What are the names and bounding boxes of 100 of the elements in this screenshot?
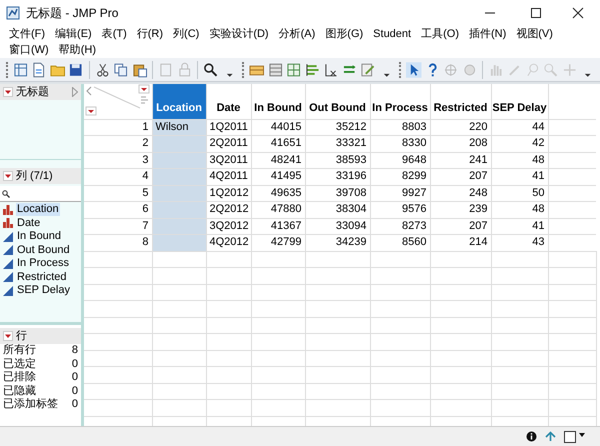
scissors-icon[interactable] xyxy=(94,62,110,78)
column-list-item[interactable]: Location xyxy=(16,203,60,216)
continuous-triangle-icon xyxy=(3,272,13,282)
menu-item[interactable]: 图形(G) xyxy=(320,26,368,42)
row-number[interactable]: 4 xyxy=(84,168,152,185)
menu-item[interactable]: 文件(F) xyxy=(4,26,50,42)
column-list-item[interactable]: Out Bound xyxy=(16,244,71,257)
menu-item[interactable]: 帮助(H) xyxy=(54,42,101,58)
menu-item[interactable]: 分析(A) xyxy=(274,26,320,42)
menu-item[interactable]: Student xyxy=(368,26,416,42)
clipboard-icon[interactable] xyxy=(132,62,148,78)
row-state-count: 0 xyxy=(72,384,78,398)
table-cell: 38304 xyxy=(336,203,366,216)
row-number[interactable]: 6 xyxy=(84,202,152,218)
column-list-item[interactable]: Date xyxy=(16,216,42,230)
nominal-bars-icon xyxy=(3,218,13,228)
column-list-item[interactable]: In Bound xyxy=(16,230,62,244)
table-cell: 41495 xyxy=(270,170,302,182)
table-cell: 1Q2012 xyxy=(210,186,249,199)
row-number[interactable]: 3 xyxy=(84,152,152,168)
panel-title: 无标题 xyxy=(16,84,49,100)
formula-icon[interactable] xyxy=(323,62,339,78)
info-icon[interactable] xyxy=(526,431,537,442)
disclosure-icon[interactable] xyxy=(3,87,13,97)
column-header[interactable]: SEP Delay xyxy=(491,84,548,119)
table-cell: 34239 xyxy=(336,236,366,248)
table-cell: 41 xyxy=(532,170,544,182)
row-state-count: 0 xyxy=(72,371,78,384)
table-cell: 8299 xyxy=(402,170,426,182)
row-number[interactable]: 7 xyxy=(84,218,152,234)
new-table-icon[interactable] xyxy=(13,62,28,78)
table-cell: 241 xyxy=(469,154,488,166)
table-cell: 41651 xyxy=(270,137,302,150)
table-cell: 43 xyxy=(532,236,544,248)
table-cell: 38593 xyxy=(336,154,366,166)
panel-title: 行 xyxy=(16,328,27,344)
maximize-icon[interactable] xyxy=(530,7,542,19)
menu-item[interactable]: 视图(V) xyxy=(511,26,558,42)
row-number[interactable]: 2 xyxy=(84,136,152,152)
table-cell: 207 xyxy=(469,170,488,182)
table-cell: 49635 xyxy=(270,186,302,199)
copy-icon[interactable] xyxy=(113,62,129,78)
table-cell: 47880 xyxy=(270,203,302,216)
table-cell: 8330 xyxy=(402,137,426,150)
table-cell: 208 xyxy=(469,137,488,150)
search-icon[interactable] xyxy=(203,62,219,78)
column-list-item[interactable]: In Process xyxy=(16,257,70,270)
column-header[interactable]: In Bound xyxy=(251,84,305,119)
table-cell: 39708 xyxy=(336,186,366,199)
close-icon[interactable] xyxy=(572,7,584,19)
row-number[interactable]: 8 xyxy=(84,234,152,251)
document-icon[interactable] xyxy=(31,62,47,78)
table-cell: 3Q2011 xyxy=(210,154,248,166)
bars-icon[interactable] xyxy=(304,62,320,78)
menu-item[interactable]: 插件(N) xyxy=(464,26,512,42)
table-cell: 9576 xyxy=(402,203,426,216)
table-cell: 33094 xyxy=(336,220,366,232)
table-cell: 42799 xyxy=(270,236,302,248)
table-cell: 2Q2012 xyxy=(210,203,249,216)
table-cell: 248 xyxy=(469,186,488,199)
square-dropdown-icon[interactable] xyxy=(564,430,586,442)
table-cell: 41 xyxy=(532,220,544,232)
menu-item[interactable]: 列(C) xyxy=(168,26,204,42)
disclosure-icon[interactable] xyxy=(3,331,13,341)
row-number[interactable]: 5 xyxy=(84,185,152,202)
column-header[interactable]: Restricted xyxy=(430,84,491,119)
menu-item[interactable]: 编辑(E) xyxy=(50,26,97,42)
column-header[interactable]: Location xyxy=(152,84,206,119)
search-field[interactable] xyxy=(0,186,81,202)
table-cell: 239 xyxy=(469,203,488,216)
column-header[interactable]: Out Bound xyxy=(305,84,370,119)
column-header[interactable]: Date xyxy=(206,84,251,119)
row-state-label: 已隐藏 xyxy=(3,384,36,398)
column-header[interactable]: In Process xyxy=(370,84,430,119)
table-cell: 4Q2011 xyxy=(210,170,248,182)
table-cell: 8803 xyxy=(402,120,426,133)
menu-item[interactable]: 行(R) xyxy=(132,26,168,42)
table-cell: 33196 xyxy=(336,170,366,182)
window-title: 无标题 - JMP Pro xyxy=(26,5,118,22)
panel-title: 列 (7/1) xyxy=(16,168,53,184)
table-cell: 50 xyxy=(532,186,544,199)
continuous-triangle-icon xyxy=(3,286,13,296)
row-state-label: 已添加标签 xyxy=(3,398,58,412)
table-cell: 41367 xyxy=(270,220,302,232)
row-number[interactable]: 1 xyxy=(84,119,152,136)
menu-item[interactable]: 表(T) xyxy=(96,26,132,42)
table-cell: 3Q2012 xyxy=(210,220,249,232)
table-cell: 44 xyxy=(532,120,544,133)
app-icon xyxy=(6,6,20,20)
menu-item[interactable]: 窗口(W) xyxy=(4,42,54,58)
column-list-item[interactable]: Restricted xyxy=(16,270,68,284)
arrow-cursor-icon[interactable] xyxy=(406,62,422,78)
menu-item[interactable]: 工具(O) xyxy=(416,26,464,42)
column-list-item[interactable]: SEP Delay xyxy=(16,284,71,298)
disclosure-icon[interactable] xyxy=(3,171,13,181)
table-cell: 48 xyxy=(532,154,544,166)
menu-item[interactable]: 实验设计(D) xyxy=(204,26,274,42)
grid-icon[interactable] xyxy=(286,62,302,78)
table-cell: 8560 xyxy=(402,236,426,248)
grid-icon[interactable] xyxy=(268,62,284,78)
